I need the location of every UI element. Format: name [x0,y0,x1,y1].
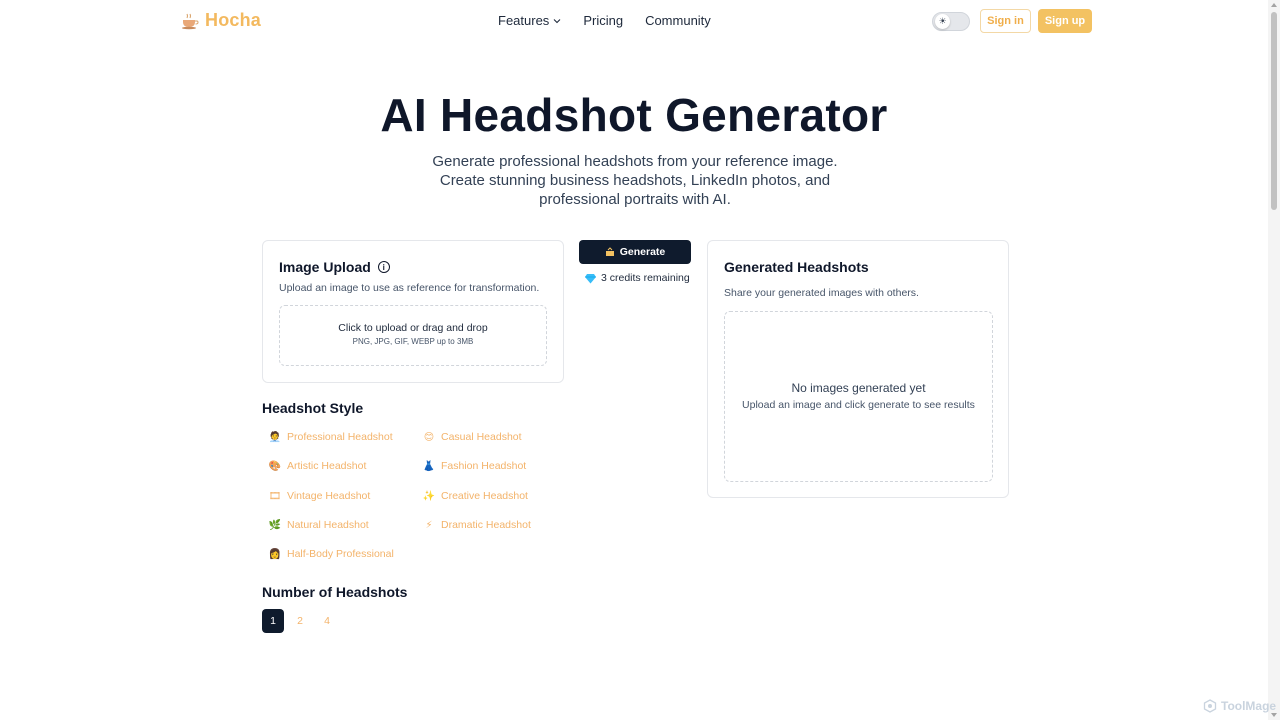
style-professional-headshot[interactable]: 🧑‍💼 Professional Headshot [269,431,393,443]
theme-toggle[interactable]: ☀ [932,12,970,31]
dropzone-hint: PNG, JPG, GIF, WEBP up to 3MB [352,337,474,346]
credits-remaining: 3 credits remaining [585,272,690,284]
sign-up-button[interactable]: Sign up [1038,9,1092,33]
film-icon: 🎞 [268,490,282,502]
style-label: Artistic Headshot [287,460,367,472]
results-title: Generated Headshots [724,259,869,275]
diamond-icon [585,273,596,283]
person-icon: 👩 [268,548,282,560]
page-title: AI Headshot Generator [380,89,888,141]
upload-title: Image Upload [279,259,371,275]
style-label: Half-Body Professional [287,548,394,560]
style-label: Dramatic Headshot [441,519,531,531]
number-of-headshots-title: Number of Headshots [262,584,408,600]
scroll-thumb[interactable] [1271,12,1277,210]
style-half-body-professional[interactable]: 👩 Half-Body Professional [269,548,394,560]
leaf-icon: 🌿 [268,519,282,531]
scroll-down-arrow-icon[interactable] [1271,713,1277,717]
empty-state-title: No images generated yet [791,381,926,395]
scroll-up-arrow-icon[interactable] [1271,3,1277,7]
watermark: ToolMage [1203,699,1276,713]
results-description: Share your generated images with others. [724,287,919,299]
page-subtitle: Generate professional headshots from you… [432,153,838,208]
top-nav: Hocha Features Pricing Community ☀ Sign … [0,0,1268,42]
count-option-1[interactable]: 1 [262,609,284,633]
dropzone-label: Click to upload or drag and drop [338,322,488,334]
watermark-text: ToolMage [1221,699,1277,713]
style-natural-headshot[interactable]: 🌿 Natural Headshot [269,519,369,531]
image-upload-card: Image Upload i Upload an image to use as… [262,240,564,383]
style-label: Professional Headshot [287,431,393,443]
style-dramatic-headshot[interactable]: ⚡ Dramatic Headshot [423,519,531,531]
upload-title-row: Image Upload i [279,259,390,275]
nav-features[interactable]: Features [498,13,561,28]
style-creative-headshot[interactable]: ✨ Creative Headshot [423,490,528,502]
nav-features-label: Features [498,13,550,28]
style-casual-headshot[interactable]: 😊 Casual Headshot [423,431,522,443]
count-option-2[interactable]: 2 [289,609,311,633]
coffee-cup-icon [181,12,199,30]
info-icon[interactable]: i [377,261,390,273]
dress-icon: 👗 [422,460,436,472]
brand-name: Hocha [205,10,262,30]
style-label: Fashion Headshot [441,460,527,472]
style-label: Natural Headshot [287,519,369,531]
smile-icon: 😊 [423,431,435,443]
style-label: Creative Headshot [441,490,528,502]
toolmage-logo-icon [1203,699,1217,713]
results-empty-state: No images generated yet Upload an image … [724,311,993,482]
lightning-icon: ⚡ [425,519,433,531]
briefcase-person-icon: 🧑‍💼 [268,431,282,443]
page-scrollbar[interactable] [1268,0,1280,720]
chevron-down-icon [553,18,561,23]
count-option-4[interactable]: 4 [316,609,338,633]
headshot-count-selector: 1 2 4 [262,609,343,633]
brand-logo[interactable]: Hocha [181,10,261,31]
style-label: Vintage Headshot [287,490,371,502]
sign-in-button[interactable]: Sign in [980,9,1031,33]
style-fashion-headshot[interactable]: 👗 Fashion Headshot [423,460,526,472]
generate-label: Generate [619,246,666,258]
style-vintage-headshot[interactable]: 🎞 Vintage Headshot [268,490,371,502]
headshot-style-title: Headshot Style [262,400,364,416]
nav-pricing[interactable]: Pricing [583,13,623,28]
upload-dropzone[interactable]: Click to upload or drag and drop PNG, JP… [279,305,547,366]
sun-icon: ☀ [935,14,950,29]
magic-box-icon [605,247,614,256]
nav-links: Features Pricing Community [498,13,711,28]
palette-icon: 🎨 [268,460,282,472]
nav-community[interactable]: Community [645,13,711,28]
empty-state-hint: Upload an image and click generate to se… [742,399,975,411]
credits-text: 3 credits remaining [601,272,690,284]
generated-headshots-card: Generated Headshots Share your generated… [707,240,1009,498]
sparkles-icon: ✨ [422,490,436,502]
style-label: Casual Headshot [441,431,522,443]
style-artistic-headshot[interactable]: 🎨 Artistic Headshot [268,460,367,472]
generate-button[interactable]: Generate [579,240,691,264]
upload-description: Upload an image to use as reference for … [279,282,540,294]
